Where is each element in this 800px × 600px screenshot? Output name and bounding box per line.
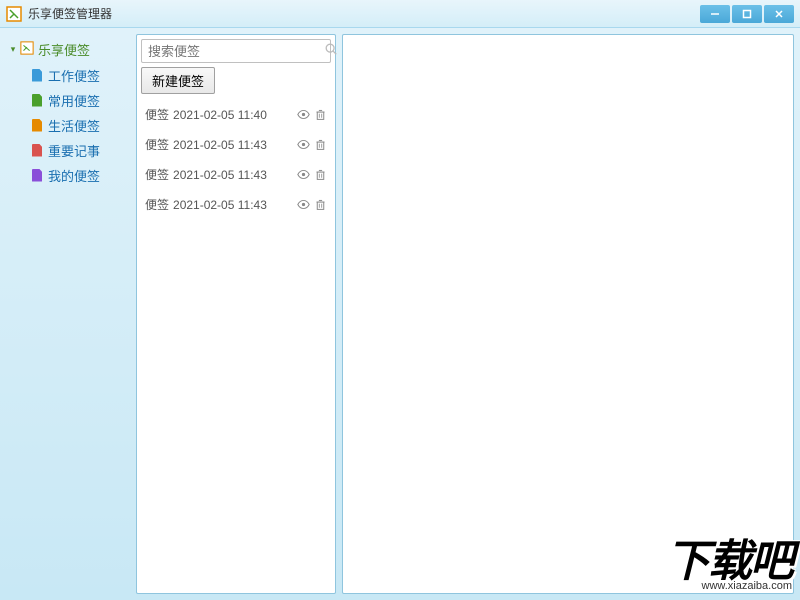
note-title: 便签: [145, 106, 169, 123]
note-actions: [297, 198, 327, 211]
note-date: 2021-02-05 11:40: [173, 108, 297, 122]
tree-children: 工作便签常用便签生活便签重要记事我的便签: [8, 63, 134, 188]
sidebar-item-label: 常用便签: [48, 91, 100, 110]
titlebar: 乐享便签管理器: [0, 0, 800, 28]
app-icon: [6, 6, 22, 22]
minimize-button[interactable]: [700, 5, 730, 23]
note-actions: [297, 138, 327, 151]
note-item[interactable]: 便签 2021-02-05 11:43: [143, 190, 329, 220]
trash-icon[interactable]: [314, 168, 327, 181]
eye-icon[interactable]: [297, 168, 310, 181]
eye-icon[interactable]: [297, 138, 310, 151]
doc-icon: [32, 94, 44, 108]
note-title: 便签: [145, 136, 169, 153]
eye-icon[interactable]: [297, 108, 310, 121]
sidebar-item-label: 重要记事: [48, 141, 100, 160]
note-title: 便签: [145, 196, 169, 213]
trash-icon[interactable]: [314, 198, 327, 211]
doc-icon: [32, 144, 44, 158]
note-item[interactable]: 便签 2021-02-05 11:40: [143, 100, 329, 130]
maximize-icon: [742, 9, 752, 19]
main-area: ▾ 乐享便签 工作便签常用便签生活便签重要记事我的便签 新建便签 便签 2021-…: [0, 28, 800, 600]
trash-icon[interactable]: [314, 138, 327, 151]
eye-icon[interactable]: [297, 198, 310, 211]
note-date: 2021-02-05 11:43: [173, 168, 297, 182]
trash-icon[interactable]: [314, 108, 327, 121]
content-area: [342, 34, 794, 594]
sidebar-item[interactable]: 我的便签: [32, 163, 134, 188]
close-icon: [774, 9, 784, 19]
sidebar-item-label: 生活便签: [48, 116, 100, 135]
note-date: 2021-02-05 11:43: [173, 198, 297, 212]
doc-icon: [32, 69, 44, 83]
note-actions: [297, 168, 327, 181]
tree-root[interactable]: ▾ 乐享便签: [8, 38, 134, 61]
note-date: 2021-02-05 11:43: [173, 138, 297, 152]
close-button[interactable]: [764, 5, 794, 23]
search-icon: [324, 42, 338, 61]
maximize-button[interactable]: [732, 5, 762, 23]
note-actions: [297, 108, 327, 121]
note-title: 便签: [145, 166, 169, 183]
sidebar-item[interactable]: 重要记事: [32, 138, 134, 163]
sidebar-item-label: 我的便签: [48, 166, 100, 185]
note-item[interactable]: 便签 2021-02-05 11:43: [143, 130, 329, 160]
doc-icon: [32, 119, 44, 133]
sidebar-item[interactable]: 常用便签: [32, 88, 134, 113]
notes-list: 便签 2021-02-05 11:40 便签 2021-02-05 11:43 便签 20…: [137, 100, 335, 593]
notes-panel: 新建便签 便签 2021-02-05 11:40 便签 2021-02-05 11:4…: [136, 34, 336, 594]
tree-toggle-icon[interactable]: ▾: [8, 45, 18, 55]
search-box[interactable]: [141, 39, 331, 63]
sidebar-item-label: 工作便签: [48, 66, 100, 85]
new-note-button[interactable]: 新建便签: [141, 67, 215, 94]
note-item[interactable]: 便签 2021-02-05 11:43: [143, 160, 329, 190]
sidebar-item[interactable]: 生活便签: [32, 113, 134, 138]
minimize-icon: [710, 9, 720, 19]
folder-icon: [20, 41, 34, 58]
window-controls: [698, 5, 794, 23]
doc-icon: [32, 169, 44, 183]
search-input[interactable]: [148, 44, 324, 59]
sidebar: ▾ 乐享便签 工作便签常用便签生活便签重要记事我的便签: [6, 34, 136, 594]
sidebar-item[interactable]: 工作便签: [32, 63, 134, 88]
window-title: 乐享便签管理器: [28, 5, 698, 22]
tree-root-label: 乐享便签: [38, 40, 90, 59]
